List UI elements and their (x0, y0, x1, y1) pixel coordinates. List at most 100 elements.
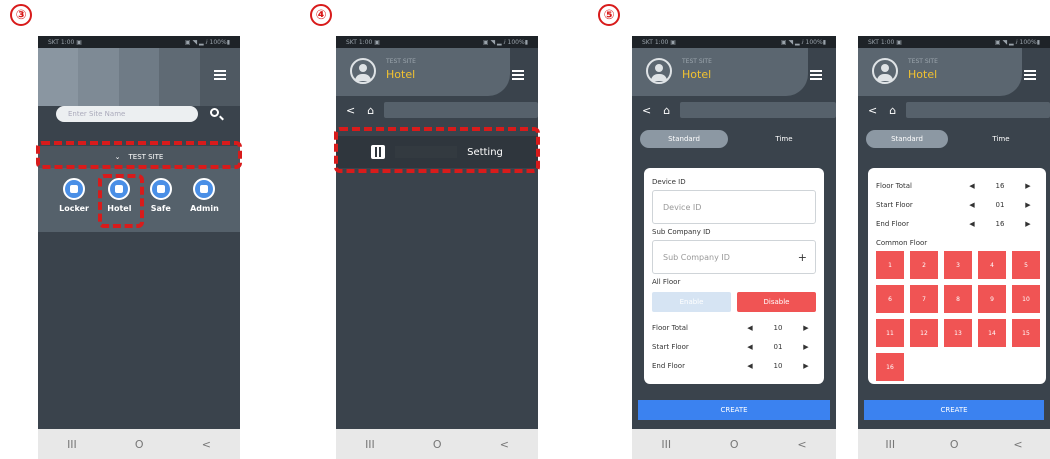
mode-tabs: Standard Time (866, 130, 1042, 148)
sub-company-id-input[interactable]: Sub Company ID + (652, 240, 816, 274)
screen-hotel-setting-form: SKT 1:00 ▣ ▣ ◥ ▂ ⅈ 100%▮ TEST SITE Hotel … (632, 36, 836, 459)
floor-button[interactable]: 4 (978, 251, 1006, 279)
screen-hotel-common-floor: SKT 1:00 ▣ ▣ ◥ ▂ ⅈ 100%▮ TEST SITE Hotel … (858, 36, 1050, 459)
recent-apps-button[interactable]: III (661, 438, 671, 451)
back-button[interactable]: < (1013, 438, 1022, 451)
app-locker[interactable]: Locker (59, 178, 89, 232)
search-icon[interactable] (210, 108, 219, 117)
all-floor-enable-button[interactable]: Enable (652, 292, 731, 312)
decrease-arrow-icon[interactable]: ◀ (740, 324, 760, 332)
increase-arrow-icon[interactable]: ▶ (796, 343, 816, 351)
start-floor-row: Start Floor ◀ 01 ▶ (876, 195, 1038, 214)
home-icon[interactable]: ⌂ (663, 104, 670, 117)
floor-button[interactable]: 2 (910, 251, 938, 279)
hamburger-menu-icon[interactable] (810, 70, 822, 80)
recent-apps-button[interactable]: III (365, 438, 375, 451)
back-button[interactable]: < (500, 438, 509, 451)
status-bar: SKT 1:00 ▣ ▣ ◥ ▂ ⅈ 100%▮ (858, 36, 1050, 48)
app-admin[interactable]: Admin (190, 178, 219, 232)
home-button[interactable]: O (950, 438, 959, 451)
all-floor-disable-button[interactable]: Disable (737, 292, 816, 312)
floor-button[interactable]: 8 (944, 285, 972, 313)
floor-button[interactable]: 1 (876, 251, 904, 279)
back-button[interactable]: < (202, 438, 211, 451)
hamburger-menu-icon[interactable] (214, 70, 226, 80)
back-button[interactable]: < (797, 438, 806, 451)
status-bar: SKT 1:00 ▣ ▣ ◥ ▂ ⅈ 100%▮ (38, 36, 240, 48)
decrease-arrow-icon[interactable]: ◀ (962, 201, 982, 209)
create-button[interactable]: CREATE (638, 400, 830, 420)
tab-time[interactable]: Time (960, 130, 1042, 148)
home-button[interactable]: O (730, 438, 739, 451)
status-bar: SKT 1:00 ▣ ▣ ◥ ▂ ⅈ 100%▮ (336, 36, 538, 48)
tab-standard[interactable]: Standard (866, 130, 948, 148)
android-nav-bar: III O < (858, 429, 1050, 459)
floor-total-row: Floor Total ◀ 16 ▶ (876, 176, 1038, 195)
app-safe[interactable]: Safe (149, 178, 172, 232)
step-5-marker: ⑤ (598, 4, 620, 26)
device-id-input[interactable]: Device ID (652, 190, 816, 224)
floor-button[interactable]: 6 (876, 285, 904, 313)
avatar-icon (872, 58, 898, 84)
locker-icon (63, 178, 86, 200)
highlight-setting-item (334, 127, 540, 173)
tab-standard[interactable]: Standard (640, 130, 728, 148)
increase-arrow-icon[interactable]: ▶ (1018, 220, 1038, 228)
back-arrow-icon[interactable]: < (346, 104, 355, 117)
android-nav-bar: III O < (632, 429, 836, 459)
mode-tabs: Standard Time (640, 130, 828, 148)
decrease-arrow-icon[interactable]: ◀ (740, 343, 760, 351)
plus-icon[interactable]: + (798, 251, 807, 264)
back-arrow-icon[interactable]: < (868, 104, 877, 117)
create-button[interactable]: CREATE (864, 400, 1044, 420)
status-bar: SKT 1:00 ▣ ▣ ◥ ▂ ⅈ 100%▮ (632, 36, 836, 48)
floor-button[interactable]: 3 (944, 251, 972, 279)
decrease-arrow-icon[interactable]: ◀ (962, 182, 982, 190)
step-3-marker: ③ (10, 4, 32, 26)
floor-button[interactable]: 9 (978, 285, 1006, 313)
common-floor-grid: 1 2 3 4 5 6 7 8 9 10 11 12 13 14 15 16 (876, 251, 1040, 381)
home-button[interactable]: O (433, 438, 442, 451)
tab-time[interactable]: Time (740, 130, 828, 148)
increase-arrow-icon[interactable]: ▶ (1018, 201, 1038, 209)
hamburger-menu-icon[interactable] (512, 70, 524, 80)
highlight-site-selector (36, 141, 242, 169)
settings-card: Device ID Device ID Sub Company ID Sub C… (644, 168, 824, 384)
recent-apps-button[interactable]: III (885, 438, 895, 451)
step-4-marker: ④ (310, 4, 332, 26)
screen-site-menu: SKT 1:00 ▣ ▣ ◥ ▂ ⅈ 100%▮ Enter Site Name … (38, 36, 240, 459)
decrease-arrow-icon[interactable]: ◀ (740, 362, 760, 370)
header-color-blocks (38, 48, 240, 106)
floor-button[interactable]: 5 (1012, 251, 1040, 279)
floor-button[interactable]: 11 (876, 319, 904, 347)
increase-arrow-icon[interactable]: ▶ (796, 362, 816, 370)
floor-total-row: Floor Total ◀ 10 ▶ (652, 318, 816, 337)
app-header: TEST SITE Hotel (632, 48, 808, 96)
floor-button[interactable]: 10 (1012, 285, 1040, 313)
app-header: TEST SITE Hotel (336, 48, 510, 96)
home-icon[interactable]: ⌂ (889, 104, 896, 117)
increase-arrow-icon[interactable]: ▶ (1018, 182, 1038, 190)
start-floor-row: Start Floor ◀ 01 ▶ (652, 337, 816, 356)
safe-icon (149, 178, 172, 200)
increase-arrow-icon[interactable]: ▶ (796, 324, 816, 332)
floor-button[interactable]: 12 (910, 319, 938, 347)
floor-button[interactable]: 15 (1012, 319, 1040, 347)
breadcrumb: < ⌂ (336, 100, 538, 120)
admin-icon (193, 178, 216, 200)
site-search-input[interactable]: Enter Site Name (56, 106, 198, 122)
recent-apps-button[interactable]: III (67, 438, 77, 451)
decrease-arrow-icon[interactable]: ◀ (962, 220, 982, 228)
floor-button[interactable]: 7 (910, 285, 938, 313)
all-floor-toggle: Enable Disable (652, 292, 816, 312)
tutorial-stage: ③ ④ ⑤ SKT 1:00 ▣ ▣ ◥ ▂ ⅈ 100%▮ Enter Site… (0, 0, 1050, 459)
floor-button[interactable]: 16 (876, 353, 904, 381)
app-header: TEST SITE Hotel (858, 48, 1022, 96)
back-arrow-icon[interactable]: < (642, 104, 651, 117)
floor-button[interactable]: 13 (944, 319, 972, 347)
home-icon[interactable]: ⌂ (367, 104, 374, 117)
breadcrumb: < ⌂ (632, 100, 836, 120)
home-button[interactable]: O (135, 438, 144, 451)
hamburger-menu-icon[interactable] (1024, 70, 1036, 80)
floor-button[interactable]: 14 (978, 319, 1006, 347)
